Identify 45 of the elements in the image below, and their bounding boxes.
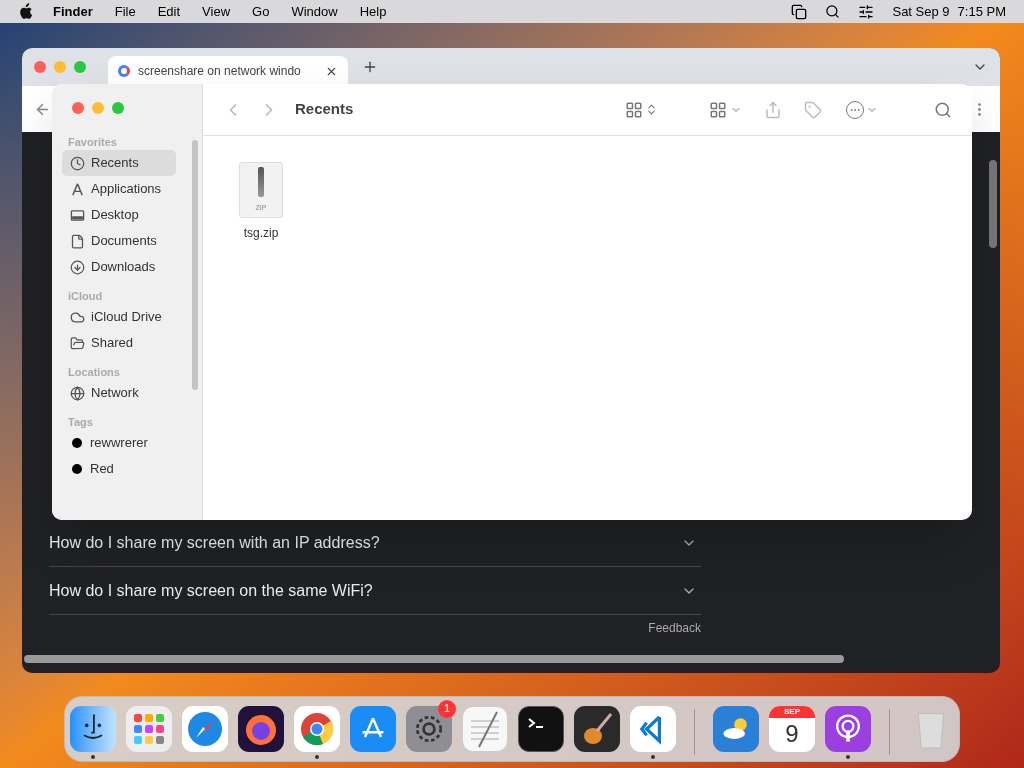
calendar-month: SEP [769, 705, 815, 718]
menu-bar-date[interactable]: Sat Sep 9 [892, 1, 950, 22]
faq-question: How do I share my screen with an IP address? [49, 532, 380, 553]
sidebar-label: Network [91, 384, 139, 403]
menu-item[interactable]: Go [252, 1, 270, 22]
sidebar-heading: Favorites [67, 135, 118, 150]
feedback-link[interactable]: Feedback [648, 619, 701, 637]
sidebar-heading: Locations [67, 365, 121, 380]
menu-bar-time[interactable]: 7:15 PM [957, 1, 1006, 22]
sidebar-item[interactable]: Desktop [62, 202, 176, 228]
sidebar-label: Documents [91, 232, 157, 251]
menu-item[interactable]: Edit [157, 1, 181, 22]
menu-item[interactable]: Help [359, 1, 387, 22]
file-name: tsg.zip [243, 225, 279, 242]
sidebar-label: Red [90, 460, 114, 479]
sidebar-label: iCloud Drive [91, 308, 162, 327]
notification-badge: 1 [438, 699, 456, 718]
sidebar-label: Downloads [91, 258, 156, 277]
sidebar-label: Shared [91, 334, 133, 353]
tab-title: screenshare on network windo [138, 63, 301, 80]
sidebar-item[interactable]: Network [62, 380, 176, 406]
sidebar-label: rewwrerer [90, 434, 148, 453]
sidebar-label: Desktop [91, 206, 139, 225]
sidebar-heading: Tags [67, 415, 94, 430]
faq-item[interactable]: How do I share my screen on the same WiFi? [49, 567, 701, 615]
browser-tab[interactable]: screenshare on network windo [108, 56, 348, 86]
app-menu[interactable]: Finder [53, 1, 93, 22]
faq-question: How do I share my screen on the same WiFi? [49, 580, 373, 601]
sidebar-item[interactable]: Applications [62, 176, 176, 202]
sidebar-label: Recents [91, 154, 139, 173]
sidebar-item[interactable]: Downloads [62, 254, 176, 280]
menu-item[interactable]: File [114, 1, 136, 22]
sidebar-item[interactable]: Documents [62, 228, 176, 254]
sidebar-item[interactable]: rewwrerer [62, 430, 176, 456]
sidebar-item[interactable]: iCloud Drive [62, 304, 176, 330]
sidebar-item[interactable]: Recents [62, 150, 176, 176]
calendar-day: 9 [785, 717, 799, 750]
menu-item[interactable]: Window [291, 1, 338, 22]
menu-item[interactable]: View [202, 1, 231, 22]
sidebar-item[interactable]: Red [62, 456, 176, 482]
window-title: Recents [295, 99, 354, 120]
calendar-icon[interactable]: SEP 9 [769, 705, 815, 752]
sidebar-label: Applications [91, 180, 162, 199]
sidebar-heading: iCloud [67, 289, 104, 304]
sidebar-item[interactable]: Shared [62, 330, 176, 356]
